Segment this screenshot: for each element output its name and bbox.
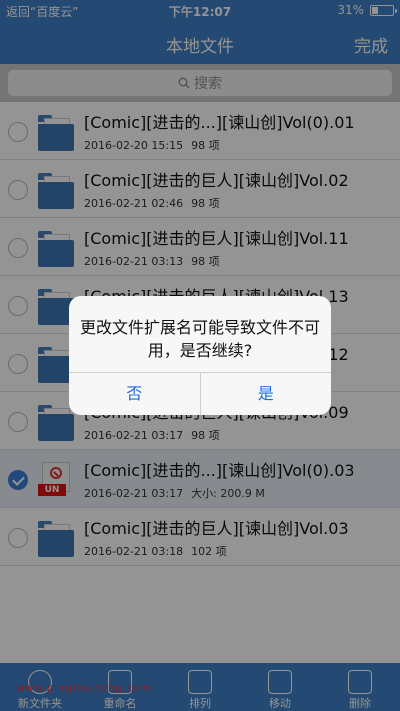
cancel-button[interactable]: 否 (69, 373, 200, 415)
confirm-dialog: 更改文件扩展名可能导致文件不可用，是否继续? 否 是 (69, 296, 331, 415)
dialog-message: 更改文件扩展名可能导致文件不可用，是否继续? (79, 318, 320, 360)
app-screen: 返回“百度云” 下午12:07 31% 本地文件 完成 搜索 [Comic][进… (0, 0, 400, 711)
confirm-button[interactable]: 是 (199, 373, 332, 415)
dialog-overlay[interactable]: 更改文件扩展名可能导致文件不可用，是否继续? 否 是 (0, 0, 400, 711)
